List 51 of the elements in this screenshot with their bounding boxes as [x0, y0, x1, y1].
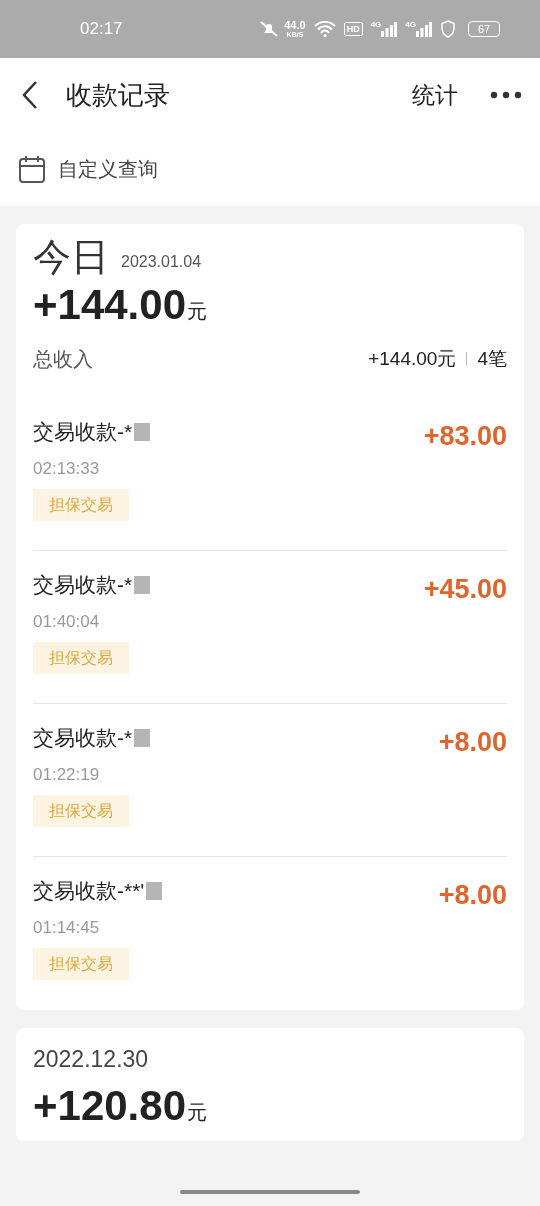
transaction-name: 交易收款-**': [33, 878, 145, 904]
network-speed: 44.0: [284, 20, 306, 31]
income-label: 总收入: [33, 347, 93, 372]
guarantee-tag: 担保交易: [33, 642, 129, 674]
guarantee-tag: 担保交易: [33, 795, 129, 827]
guarantee-tag: 担保交易: [33, 489, 129, 521]
transaction-row[interactable]: 交易收款-**' 01:14:45 担保交易 +8.00: [33, 857, 507, 1010]
day-amount: +120.80: [33, 1084, 186, 1127]
filter-label: 自定义查询: [58, 157, 158, 182]
signal-icon: [381, 21, 398, 37]
day-title: 今日: [33, 238, 109, 276]
transaction-amount: +83.00: [423, 420, 507, 453]
redaction-block: [134, 422, 151, 441]
signal-icon: [416, 21, 432, 37]
transaction-time: 01:14:45: [33, 916, 101, 939]
transaction-row[interactable]: 交易收款-* 01:40:04 担保交易 +45.00: [33, 551, 507, 704]
redaction-block: [146, 881, 163, 900]
filter-bar[interactable]: 自定义查询: [0, 132, 540, 206]
statistics-link[interactable]: 统计: [412, 77, 458, 113]
day-date: 2023.01.04: [121, 252, 202, 272]
guarantee-tag: 担保交易: [33, 948, 129, 980]
currency-unit: 元: [187, 299, 207, 324]
transaction-amount: +45.00: [423, 573, 507, 606]
network-type: 4G: [405, 21, 416, 29]
back-icon[interactable]: [20, 80, 40, 110]
transaction-time: 01:22:19: [33, 763, 101, 786]
transaction-time: 01:40:04: [33, 610, 101, 633]
shield-icon: [440, 20, 456, 38]
network-type: 4G: [370, 21, 382, 29]
transaction-name: 交易收款-*: [33, 725, 133, 751]
clock: 02:17: [80, 18, 123, 41]
transaction-amount: +8.00: [438, 879, 507, 912]
transaction-count: 4笔: [477, 346, 507, 371]
transaction-row[interactable]: 交易收款-* 01:22:19 担保交易 +8.00: [33, 704, 507, 857]
transaction-row[interactable]: 交易收款-* 02:13:33 担保交易 +83.00: [33, 398, 507, 551]
transaction-amount: +8.00: [438, 726, 507, 759]
currency-unit: 元: [187, 1099, 207, 1125]
page-title: 收款记录: [66, 78, 170, 112]
hd-badge: HD: [343, 22, 363, 36]
battery-level: 67: [477, 23, 491, 35]
calendar-icon: [18, 154, 46, 184]
transaction-name: 交易收款-*: [33, 572, 133, 598]
wifi-icon: [313, 21, 336, 37]
more-icon[interactable]: [490, 91, 522, 99]
income-total: +144.00元: [368, 346, 457, 371]
redaction-block: [134, 575, 151, 594]
day-amount: +144.00: [33, 284, 186, 326]
day-date: 2022.12.30: [33, 1045, 149, 1074]
redaction-block: [134, 728, 151, 747]
transaction-name: 交易收款-*: [33, 419, 133, 445]
transaction-time: 02:13:33: [33, 457, 101, 480]
